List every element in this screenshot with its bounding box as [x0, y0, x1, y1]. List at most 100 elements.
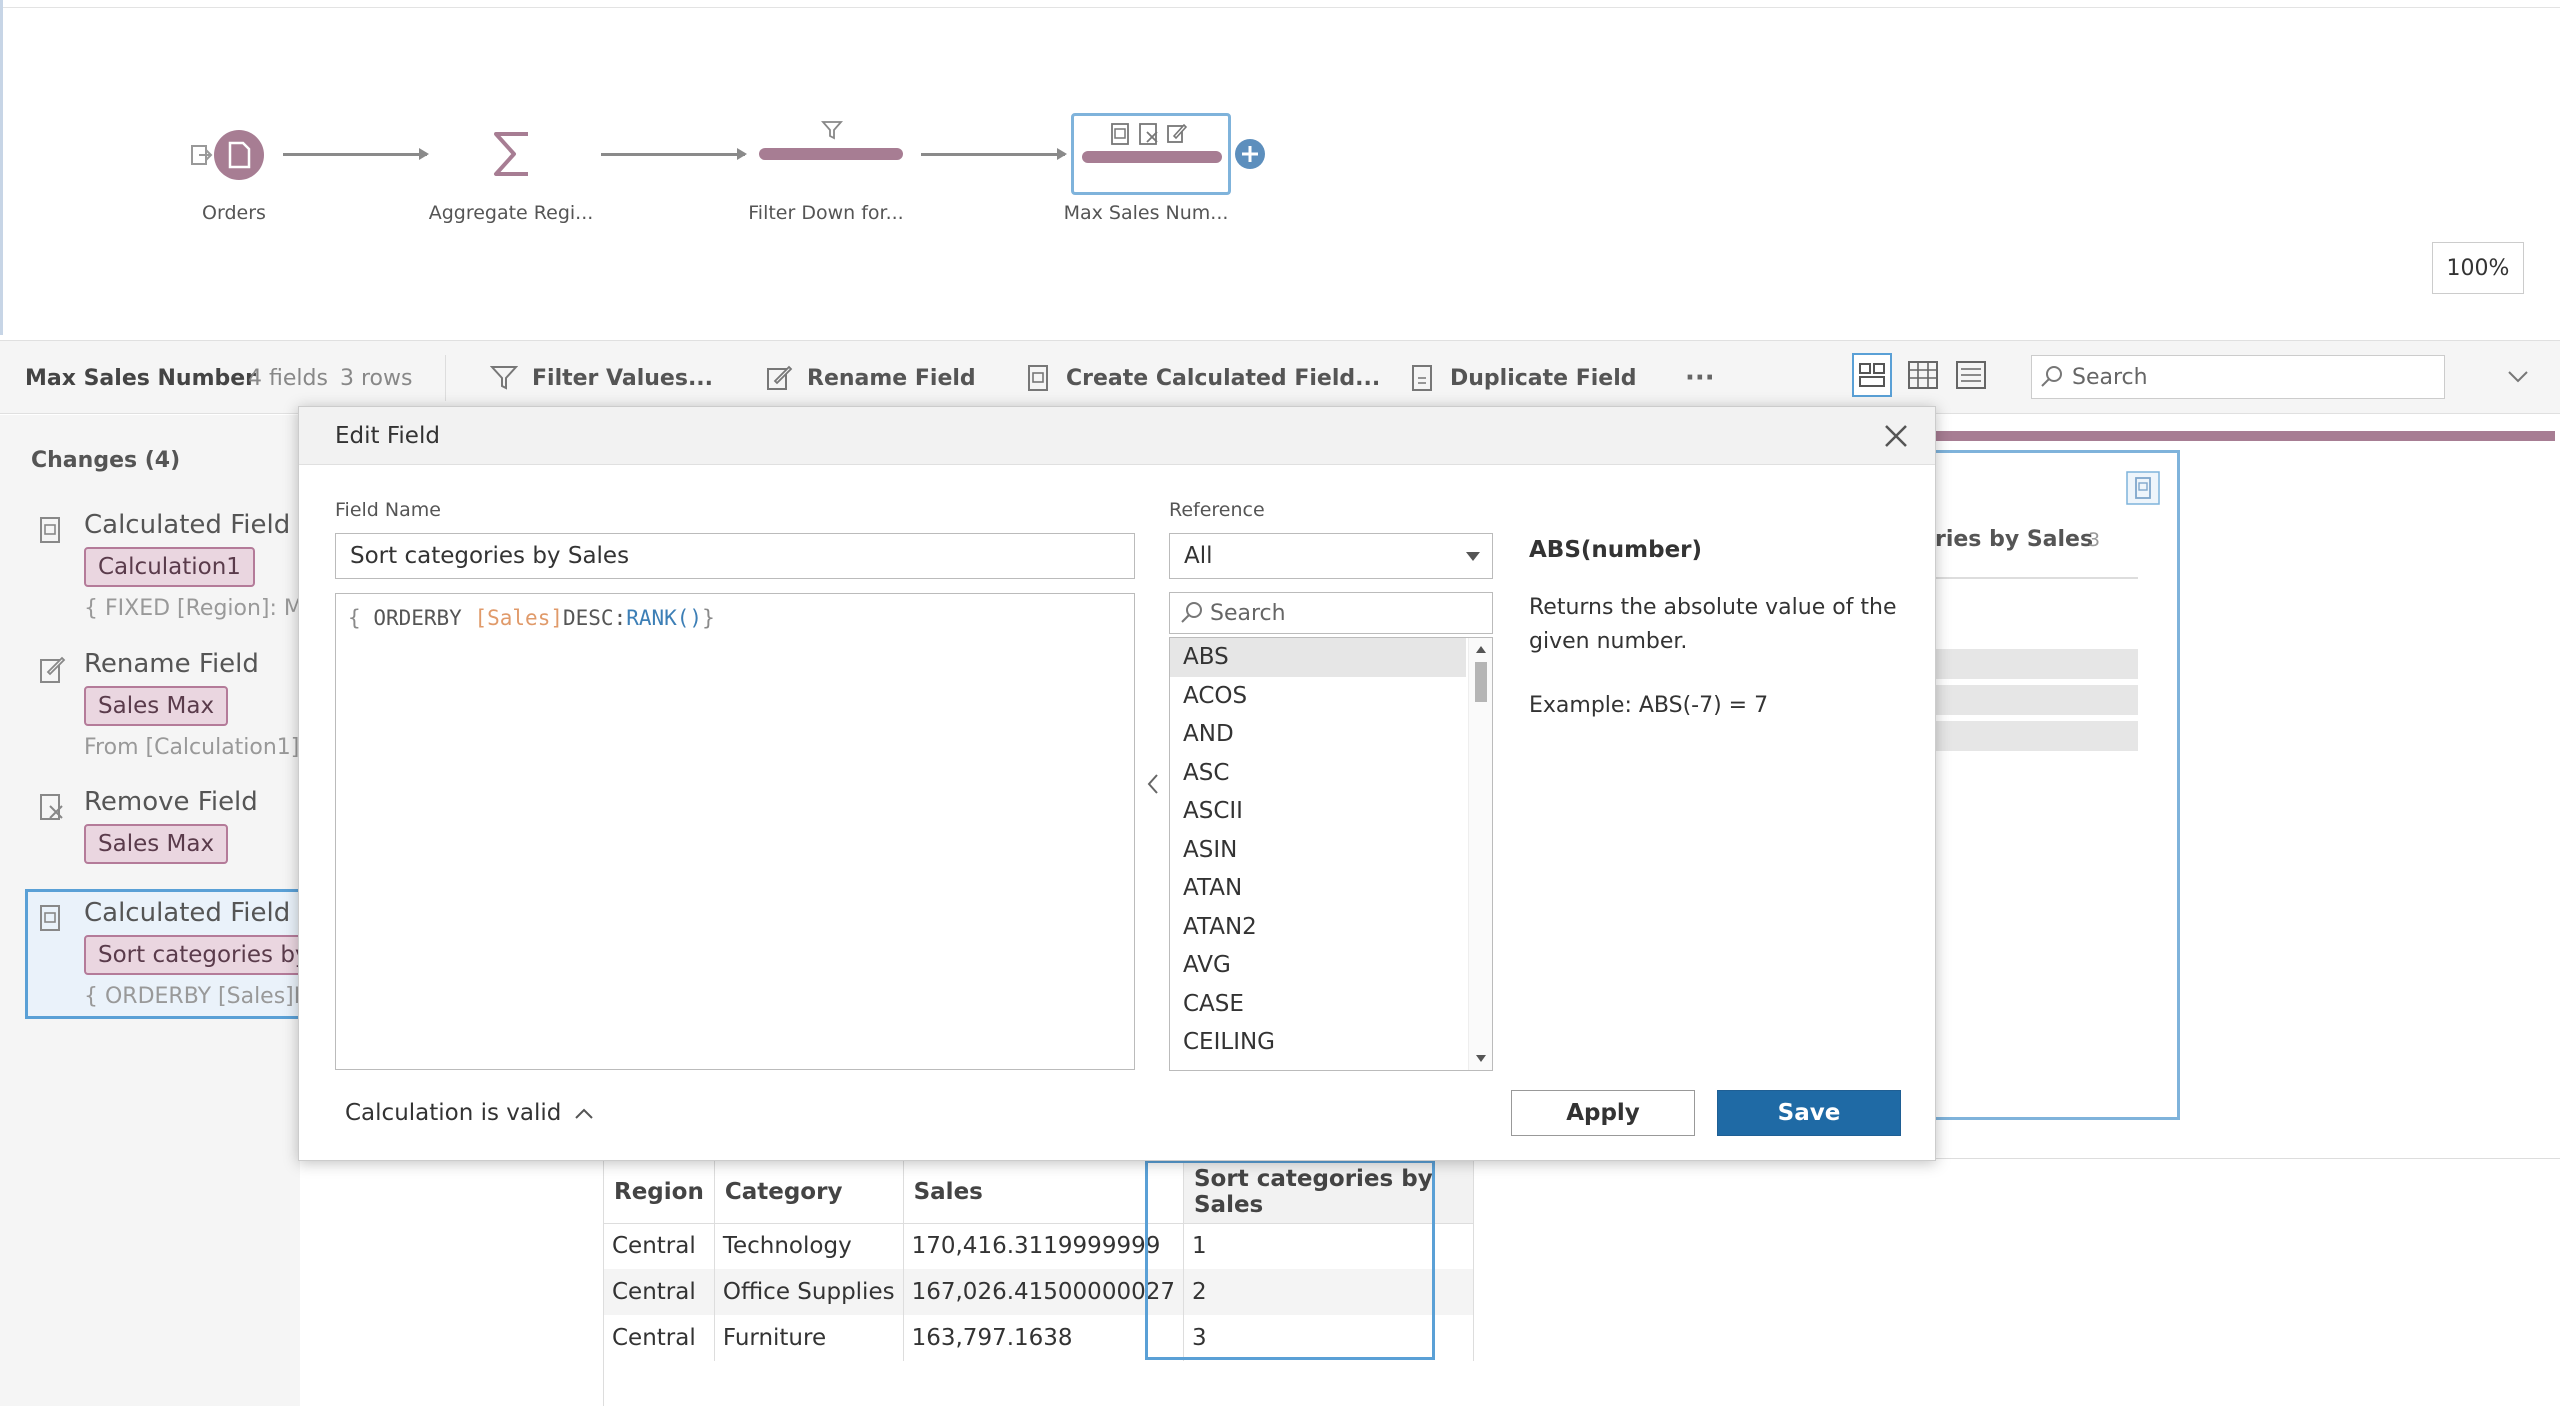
- orders-node[interactable]: [213, 129, 265, 181]
- cell[interactable]: 163,797.1638: [903, 1315, 1184, 1361]
- cell[interactable]: Technology: [714, 1223, 904, 1269]
- table-header-row: Region Category Sales Sort categories by…: [604, 1161, 1474, 1224]
- search-icon: [1181, 602, 1202, 623]
- cell[interactable]: Furniture: [714, 1315, 904, 1361]
- profile-card-count: 3: [2088, 529, 2101, 551]
- help-title: ABS(number): [1529, 537, 1703, 563]
- max-sales-node[interactable]: [1071, 113, 1231, 195]
- field-name-input[interactable]: Sort categories by Sales: [335, 533, 1135, 579]
- field-count: 4 fields: [248, 365, 328, 391]
- filter-values-button[interactable]: Filter Values...: [490, 341, 713, 415]
- scrollbar-thumb[interactable]: [1475, 662, 1487, 702]
- change-item-calculated-2[interactable]: Calculated Field Sort categories by { OR…: [25, 889, 323, 1019]
- cell[interactable]: Central: [604, 1223, 715, 1269]
- cell[interactable]: 2: [1183, 1269, 1474, 1315]
- field-name-label: Field Name: [335, 499, 441, 521]
- profile-bar-1[interactable]: [1933, 649, 2138, 679]
- change-item-remove[interactable]: Remove Field Sales Max: [28, 787, 300, 887]
- filter-node[interactable]: [759, 148, 903, 160]
- change-pill: Sales Max: [84, 686, 229, 726]
- dialog-title: Edit Field: [335, 423, 440, 449]
- profile-bar-2[interactable]: [1933, 685, 2138, 715]
- reference-label: Reference: [1169, 499, 1265, 521]
- step-name: Max Sales Number: [25, 365, 257, 391]
- scroll-up-icon[interactable]: [1475, 644, 1487, 654]
- node-label-max-sales: Max Sales Num...: [1063, 202, 1229, 224]
- function-list-scrollbar[interactable]: [1468, 638, 1492, 1070]
- cell[interactable]: 170,416.3119999999: [903, 1223, 1184, 1269]
- function-item[interactable]: CASE: [1170, 985, 1466, 1024]
- profile-card-title: ries by Sales: [1935, 527, 2094, 552]
- function-item[interactable]: AVG: [1170, 946, 1466, 985]
- reference-search-placeholder: Search: [1210, 600, 1286, 626]
- code-desc: DESC:: [563, 606, 627, 630]
- function-item[interactable]: ASCII: [1170, 792, 1466, 831]
- table-view-icon[interactable]: [1906, 357, 1940, 395]
- flow-canvas[interactable]: Orders Aggregate Regi... Filter Down for…: [0, 0, 2560, 335]
- cell[interactable]: 167,026.41500000027: [903, 1269, 1184, 1315]
- remove-field-icon: [40, 794, 63, 820]
- row-count: 3 rows: [340, 365, 413, 391]
- reference-search-input[interactable]: Search: [1169, 592, 1493, 634]
- profile-bar-3[interactable]: [1933, 721, 2138, 751]
- function-item[interactable]: ASC: [1170, 754, 1466, 793]
- change-item-rename[interactable]: Rename Field Sales Max From [Calculation…: [28, 649, 300, 784]
- collapse-reference-icon[interactable]: [1144, 771, 1162, 797]
- profile-view-toggle[interactable]: [1852, 353, 1892, 397]
- function-item[interactable]: AND: [1170, 715, 1466, 754]
- filter-icon: [490, 366, 518, 390]
- aggregate-node[interactable]: [490, 128, 534, 180]
- function-item[interactable]: ABS: [1170, 638, 1466, 677]
- duplicate-field-button[interactable]: Duplicate Field: [1410, 341, 1637, 415]
- dialog-titlebar: Edit Field: [299, 407, 1935, 465]
- input-step-icon: [191, 145, 213, 165]
- column-header-sales[interactable]: Sales: [903, 1161, 1184, 1224]
- calc-field-icon: [40, 905, 60, 931]
- validation-text: Calculation is valid: [345, 1100, 562, 1126]
- close-icon[interactable]: [1881, 421, 1911, 451]
- more-options-button[interactable]: ···: [1685, 341, 1715, 415]
- change-item-calculated-1[interactable]: Calculated Field Calculation1 { FIXED [R…: [28, 510, 324, 645]
- zoom-level[interactable]: 100%: [2432, 242, 2524, 294]
- chevron-down-icon[interactable]: [2505, 365, 2531, 387]
- table-row: Central Furniture 163,797.1638 3: [604, 1315, 1474, 1361]
- function-item[interactable]: ATAN2: [1170, 908, 1466, 947]
- function-item[interactable]: ATAN: [1170, 869, 1466, 908]
- search-box[interactable]: Search: [2031, 355, 2445, 399]
- add-step-icon[interactable]: [1234, 138, 1266, 170]
- save-button[interactable]: Save: [1717, 1090, 1901, 1136]
- column-header-region[interactable]: Region: [604, 1161, 715, 1224]
- calc-field-icon: [1111, 123, 1129, 145]
- remove-field-icon: [1139, 123, 1158, 145]
- list-view-icon[interactable]: [1954, 357, 1988, 395]
- code-brace-open: {: [348, 606, 361, 630]
- function-list[interactable]: ABS ACOS AND ASC ASCII ASIN ATAN ATAN2 A…: [1169, 637, 1493, 1071]
- function-item[interactable]: ACOS: [1170, 677, 1466, 716]
- calculation-editor[interactable]: { ORDERBY [Sales]DESC:RANK()}: [335, 593, 1135, 1070]
- chevron-up-icon: [575, 1108, 594, 1119]
- column-header-category[interactable]: Category: [714, 1161, 904, 1224]
- cell[interactable]: Central: [604, 1269, 715, 1315]
- rename-field-button[interactable]: Rename Field: [765, 341, 976, 415]
- profile-toolbar: Max Sales Number 4 fields 3 rows Filter …: [0, 340, 2560, 414]
- column-header-sort[interactable]: Sort categories by Sales: [1183, 1161, 1474, 1224]
- cell[interactable]: Office Supplies: [714, 1269, 904, 1315]
- code-field: [Sales]: [474, 606, 563, 630]
- cell[interactable]: Central: [604, 1315, 715, 1361]
- help-description: Returns the absolute value of the given …: [1529, 595, 1897, 654]
- apply-button[interactable]: Apply: [1511, 1090, 1695, 1136]
- calc-field-icon: [40, 517, 60, 543]
- cell[interactable]: 3: [1183, 1315, 1474, 1361]
- duplicate-icon: [1412, 365, 1432, 391]
- create-calculated-field-button[interactable]: Create Calculated Field...: [1026, 341, 1380, 415]
- flow-connector: [601, 148, 747, 160]
- change-head: Rename Field: [84, 649, 259, 679]
- function-item[interactable]: ASIN: [1170, 831, 1466, 870]
- scroll-down-icon[interactable]: [1475, 1054, 1487, 1064]
- cell[interactable]: 1: [1183, 1223, 1474, 1269]
- calc-field-icon: [2126, 471, 2160, 505]
- function-item[interactable]: CEILING: [1170, 1023, 1466, 1062]
- rename-icon: [40, 656, 66, 683]
- reference-select[interactable]: All: [1169, 533, 1493, 579]
- validation-status[interactable]: Calculation is valid: [345, 1100, 595, 1126]
